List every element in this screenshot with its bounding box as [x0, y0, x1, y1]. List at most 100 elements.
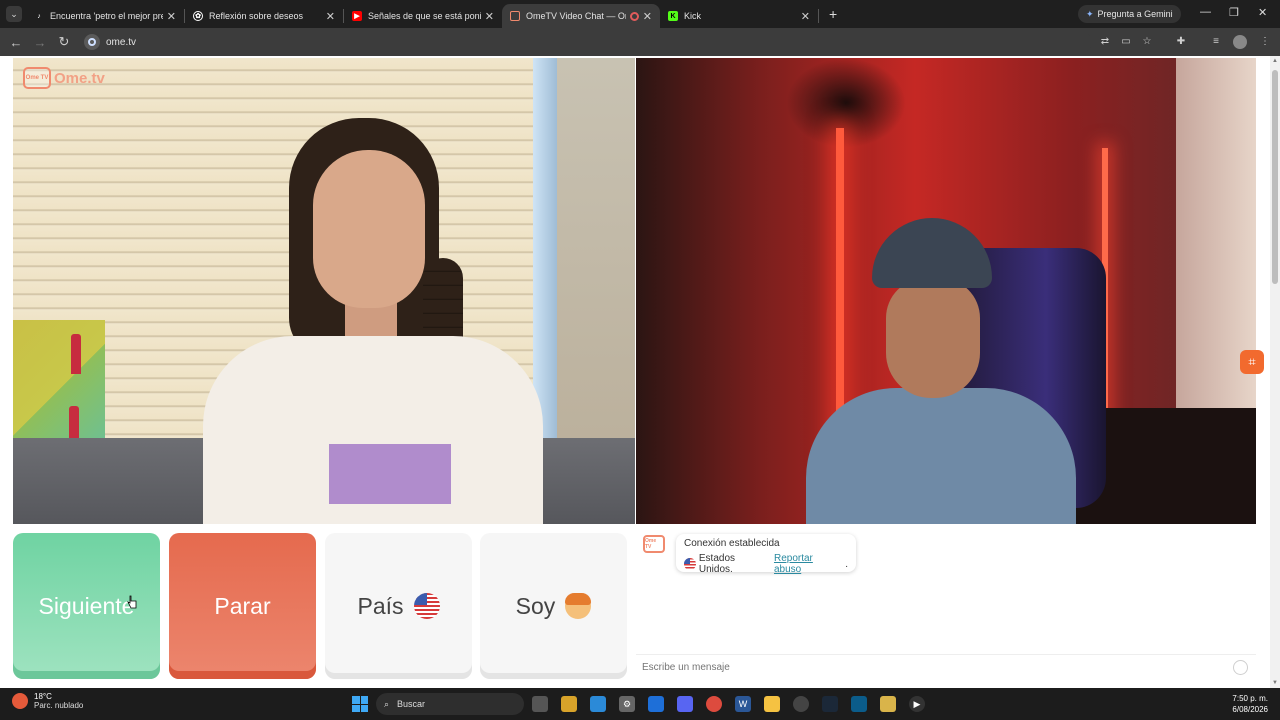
connection-status: Conexión establecida — [684, 538, 780, 549]
close-tab-icon[interactable]: ✕ — [643, 10, 652, 23]
kick-icon: K — [668, 11, 678, 21]
media-player-icon[interactable]: ▶ — [909, 696, 925, 712]
scroll-down-icon[interactable]: ▼ — [1272, 680, 1278, 686]
boy-emoji-icon — [565, 593, 592, 619]
close-window-icon[interactable]: ✕ — [1258, 6, 1267, 19]
translate-icon[interactable]: ⇄ — [1098, 35, 1112, 49]
word-icon[interactable]: W — [735, 696, 751, 712]
next-button-label: Siguiente — [38, 592, 135, 619]
chatgpt-app-icon[interactable] — [793, 696, 809, 712]
partner-country: Estados Unidos. — [698, 553, 736, 575]
system-message: Conexión establecida Estados Unidos. Rep… — [676, 534, 856, 575]
browser-toolbar: ← → ↻ ome.tv ⇄ ▭ ☆ ✚ ≡ ⋮ — [0, 28, 1280, 56]
report-suffix: . — [845, 558, 848, 570]
person-body — [806, 388, 1076, 524]
tab-title: OmeTV Video Chat — Ome — [526, 11, 626, 21]
search-label: Buscar — [397, 699, 426, 709]
notes-icon[interactable] — [880, 696, 896, 712]
tab-ometv[interactable]: OmeTV Video Chat — Ome ✕ — [502, 4, 660, 28]
bookmark-star-icon[interactable]: ☆ — [1140, 35, 1154, 49]
app-icon[interactable] — [851, 696, 867, 712]
new-tab-button[interactable]: + — [829, 6, 837, 22]
scrollbar-thumb[interactable] — [1272, 70, 1278, 284]
tab-title: Kick — [684, 11, 702, 21]
close-tab-icon[interactable]: ✕ — [801, 10, 810, 23]
ometv-logo[interactable]: Ome TV Ome.tv — [23, 67, 105, 89]
reading-list-icon[interactable]: ≡ — [1209, 35, 1223, 49]
temperature: 18°C — [34, 692, 52, 701]
maximize-icon[interactable]: ❐ — [1229, 6, 1239, 19]
weather-widget[interactable]: 18°C Parc. nublado — [12, 692, 83, 710]
ometv-chat-avatar: Ome TV — [643, 535, 665, 553]
us-flag-icon — [413, 593, 440, 619]
forward-icon[interactable]: → — [28, 35, 52, 50]
country-filter-button[interactable]: País — [325, 533, 472, 679]
remote-video — [636, 58, 1256, 524]
gender-button-label: Soy — [515, 592, 556, 619]
profile-avatar[interactable] — [1233, 35, 1247, 49]
settings-gear-icon[interactable]: ⚙ — [619, 696, 635, 712]
country-button-label: País — [357, 592, 404, 619]
logo-badge: Ome TV — [23, 67, 51, 89]
poster-lipstick — [71, 334, 81, 374]
clock-date: 6/08/2026 — [1232, 705, 1268, 714]
gender-filter-button[interactable]: Soy — [480, 533, 627, 679]
us-flag-icon — [684, 558, 696, 570]
chat-message-input[interactable] — [642, 655, 1202, 679]
defender-icon[interactable] — [648, 696, 664, 712]
tab-title: Reflexión sobre deseos — [209, 11, 304, 21]
emoji-icon[interactable] — [1233, 660, 1248, 675]
local-video: Ome TV Ome.tv — [13, 58, 635, 524]
close-tab-icon[interactable]: ✕ — [326, 10, 335, 23]
discord-icon[interactable] — [677, 696, 693, 712]
person-face — [313, 150, 425, 308]
hand-cursor-icon — [127, 595, 137, 609]
extensions-icon[interactable]: ✚ — [1174, 35, 1188, 49]
tiktok-icon: ♪ — [37, 12, 41, 20]
scroll-up-icon[interactable]: ▲ — [1272, 58, 1278, 64]
url-text: ome.tv — [106, 36, 137, 48]
task-view-icon[interactable] — [532, 696, 548, 712]
page-scrollbar[interactable]: ▲ ▼ — [1270, 56, 1280, 688]
site-info-icon[interactable] — [84, 34, 100, 50]
tab-title: Señales de que se está ponienc — [368, 11, 481, 21]
tab-youtube[interactable]: ▶ Señales de que se está ponienc ✕ — [344, 4, 502, 28]
chatgpt-icon: ✿ — [193, 11, 203, 21]
taskbar-search[interactable]: ⌕ Buscar — [376, 693, 524, 715]
reload-icon[interactable]: ↻ — [52, 34, 76, 50]
tab-strip: ⌄ ♪ Encuentra 'petro el mejor presi ✕ ✿ … — [0, 0, 1280, 28]
close-tab-icon[interactable]: ✕ — [485, 10, 494, 23]
widgets-icon[interactable] — [561, 696, 577, 712]
gemini-button[interactable]: ✦ Pregunta a Gemini — [1078, 5, 1181, 23]
tab-chatgpt[interactable]: ✿ Reflexión sobre deseos ✕ — [185, 4, 343, 28]
gemini-label: Pregunta a Gemini — [1097, 9, 1173, 19]
back-icon[interactable]: ← — [4, 35, 28, 50]
next-button[interactable]: Siguiente — [13, 533, 160, 679]
recording-icon — [629, 11, 639, 21]
minimize-icon[interactable]: — — [1200, 6, 1211, 18]
file-explorer-icon[interactable] — [764, 696, 780, 712]
chrome-icon[interactable] — [706, 696, 722, 712]
logo-text: Ome.tv — [54, 69, 105, 87]
steam-icon[interactable] — [822, 696, 838, 712]
system-clock[interactable]: 7:50 p. m. 6/08/2026 — [1232, 693, 1268, 715]
address-bar[interactable]: ome.tv — [82, 32, 1092, 52]
menu-icon[interactable]: ⋮ — [1258, 35, 1272, 49]
tab-title: Encuentra 'petro el mejor presi — [50, 11, 163, 21]
tab-kick[interactable]: K Kick ✕ — [660, 4, 818, 28]
weather-icon — [12, 693, 28, 709]
store-icon[interactable] — [590, 696, 606, 712]
screenshot-icon[interactable]: ⌗ — [1240, 350, 1264, 374]
report-abuse-link[interactable]: Reportar abuso — [774, 553, 842, 575]
cast-icon[interactable]: ▭ — [1119, 35, 1133, 49]
person-cap — [872, 218, 992, 288]
youtube-icon: ▶ — [352, 11, 362, 21]
windows-start-icon[interactable] — [352, 696, 368, 712]
tab-search-button[interactable]: ⌄ — [6, 6, 22, 22]
clock-time: 7:50 p. m. — [1232, 694, 1268, 703]
tab-tiktok[interactable]: ♪ Encuentra 'petro el mejor presi ✕ — [26, 4, 184, 28]
tab-divider — [818, 9, 819, 23]
close-tab-icon[interactable]: ✕ — [167, 10, 176, 23]
weather-condition: Parc. nublado — [34, 701, 84, 710]
stop-button[interactable]: Parar — [169, 533, 316, 679]
